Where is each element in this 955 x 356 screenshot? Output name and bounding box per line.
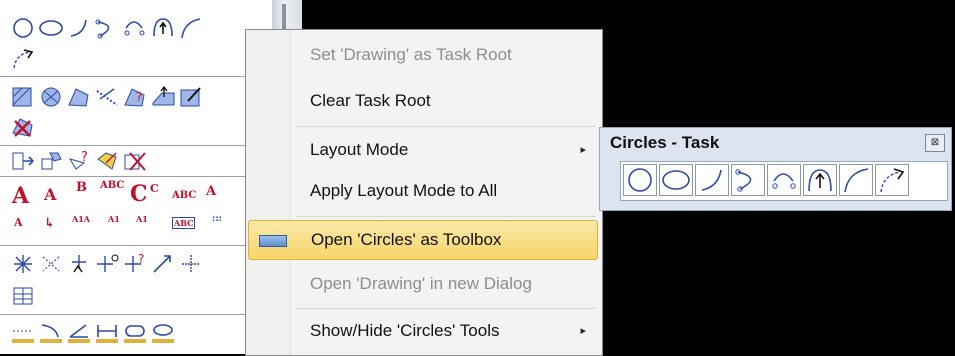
pattern-tools-row: ? — [0, 77, 272, 146]
menu-separator — [296, 126, 596, 127]
point-project-icon[interactable] — [66, 252, 92, 276]
hatch-area-icon[interactable] — [10, 85, 36, 109]
place-circle-icon[interactable] — [623, 164, 657, 196]
menu-item-layout-mode[interactable]: Layout Mode ▸ — [248, 131, 598, 171]
fill-in-icon[interactable]: A1A — [72, 215, 90, 223]
edit-fill-in-icon[interactable]: ABC — [172, 217, 196, 229]
edit-text-icon[interactable]: B — [76, 181, 87, 194]
toolbox-title[interactable]: Circles - Task — [610, 133, 719, 153]
point-along-icon[interactable]: ? — [122, 252, 148, 276]
text-leader-icon[interactable]: A — [44, 187, 56, 203]
dimension-linear-icon[interactable] — [94, 321, 120, 345]
point-tools-row: ? — [0, 246, 272, 315]
modify-arc-icon[interactable] — [150, 16, 176, 40]
cell-tools-row: ? — [0, 146, 272, 177]
fill-in-copy-icon[interactable]: A1 — [108, 215, 120, 223]
menu-item-clear-task-root[interactable]: Clear Task Root — [248, 82, 598, 122]
place-cell-icon[interactable] — [10, 149, 36, 173]
dimension-angle-lines-icon[interactable] — [66, 321, 92, 345]
menu-item-label: Show/Hide 'Circles' Tools — [310, 321, 500, 340]
menu-item-label: Set 'Drawing' as Task Root — [310, 45, 512, 64]
edit-pattern-icon[interactable] — [178, 85, 204, 109]
text-tools-row: A A B ABC C C ABC A A ↳ A1A A1 A1 ABC ::… — [0, 177, 272, 246]
place-ellipse-icon[interactable] — [659, 164, 693, 196]
dimension-ordinate-icon[interactable] — [150, 321, 176, 345]
svg-text:?: ? — [138, 252, 144, 266]
menu-item-label: Open 'Circles' as Toolbox — [311, 230, 502, 249]
modify-arc-radius-icon[interactable] — [875, 164, 909, 196]
construct-points-icon[interactable] — [178, 252, 204, 276]
find-text-icon[interactable]: ABC — [172, 191, 196, 201]
crosshatch-icon[interactable] — [38, 85, 64, 109]
point-intersection-icon[interactable] — [94, 252, 120, 276]
drop-cell-icon[interactable] — [122, 149, 148, 173]
tool-panel: ? ? A A B ABC C C ABC A A ↳ A1A A1 A1 AB… — [0, 0, 274, 354]
svg-text:?: ? — [81, 150, 88, 165]
delete-pattern-icon[interactable] — [10, 115, 36, 139]
arc-by-edge-icon[interactable] — [731, 164, 765, 196]
close-icon[interactable]: ⊠ — [925, 134, 945, 152]
menu-item-label: Layout Mode — [310, 140, 409, 159]
menu-item-set-task-root[interactable]: Set 'Drawing' as Task Root — [248, 36, 598, 76]
place-text-icon[interactable]: A — [12, 185, 29, 207]
arc-by-edge-icon[interactable] — [94, 16, 120, 40]
menu-separator — [296, 216, 596, 217]
arc-by-points-icon[interactable] — [122, 16, 148, 40]
menu-separator — [296, 308, 596, 309]
spell-check-icon[interactable]: ABC — [100, 181, 124, 191]
menu-item-show-hide-tools[interactable]: Show/Hide 'Circles' Tools ▸ — [248, 312, 598, 352]
circle-tools-row — [0, 0, 272, 77]
change-text-attributes-icon[interactable]: C — [150, 183, 159, 194]
circles-toolbox: Circles - Task ⊠ — [599, 127, 952, 211]
dimension-element-icon[interactable] — [122, 321, 148, 345]
submenu-arrow-icon: ▸ — [580, 144, 586, 156]
menu-item-label: Apply Layout Mode to All — [310, 181, 498, 200]
menu-item-apply-layout-mode[interactable]: Apply Layout Mode to All — [248, 172, 598, 212]
arc-by-points-icon[interactable] — [767, 164, 801, 196]
circle-icon[interactable] — [10, 16, 36, 40]
change-text-icon[interactable]: C — [130, 183, 148, 205]
submenu-arrow-icon: ▸ — [580, 325, 586, 337]
arc-icon[interactable] — [66, 16, 92, 40]
place-arc-icon[interactable] — [695, 164, 729, 196]
point-table-icon[interactable] — [10, 284, 36, 308]
context-menu: Set 'Drawing' as Task Root Clear Task Ro… — [245, 29, 603, 356]
pattern-area-icon[interactable] — [66, 85, 92, 109]
increment-text-icon[interactable]: A — [206, 185, 216, 198]
ellipse-icon[interactable] — [38, 16, 64, 40]
fill-in-increment-icon[interactable]: A1 — [136, 215, 148, 223]
svg-text:?: ? — [136, 90, 142, 104]
menu-item-open-as-toolbox[interactable]: Open 'Circles' as Toolbox — [248, 220, 598, 260]
modify-arc-radius-icon[interactable] — [10, 46, 36, 70]
select-cell-icon[interactable] — [38, 149, 64, 173]
dimension-tools-row — [0, 315, 272, 353]
dimension-size-icon[interactable] — [10, 321, 36, 345]
identify-cell-icon[interactable]: ? — [66, 149, 92, 173]
menu-item-label: Clear Task Root — [310, 91, 431, 110]
point-distance-icon[interactable] — [150, 252, 176, 276]
point-between-icon[interactable] — [38, 252, 64, 276]
menu-item-label: Open 'Drawing' in new Dialog — [310, 274, 532, 293]
modify-arc-icon[interactable] — [803, 164, 837, 196]
replace-cell-icon[interactable] — [94, 149, 120, 173]
text-node-icon[interactable]: ↳ — [44, 217, 55, 230]
toolbox-tool-strip — [620, 161, 948, 201]
arc-tangent-icon[interactable] — [178, 16, 204, 40]
menu-item-open-in-dialog[interactable]: Open 'Drawing' in new Dialog — [248, 265, 598, 305]
show-pattern-icon[interactable]: ? — [122, 85, 148, 109]
place-point-icon[interactable] — [10, 252, 36, 276]
toolbox-icon — [259, 235, 287, 247]
text-up-icon[interactable]: A — [14, 217, 23, 228]
linear-pattern-icon[interactable] — [94, 85, 120, 109]
dimension-angle-icon[interactable] — [38, 321, 64, 345]
match-pattern-icon[interactable] — [150, 85, 176, 109]
arc-tangent-icon[interactable] — [839, 164, 873, 196]
display-text-attributes-icon[interactable]: ::: — [212, 215, 222, 224]
